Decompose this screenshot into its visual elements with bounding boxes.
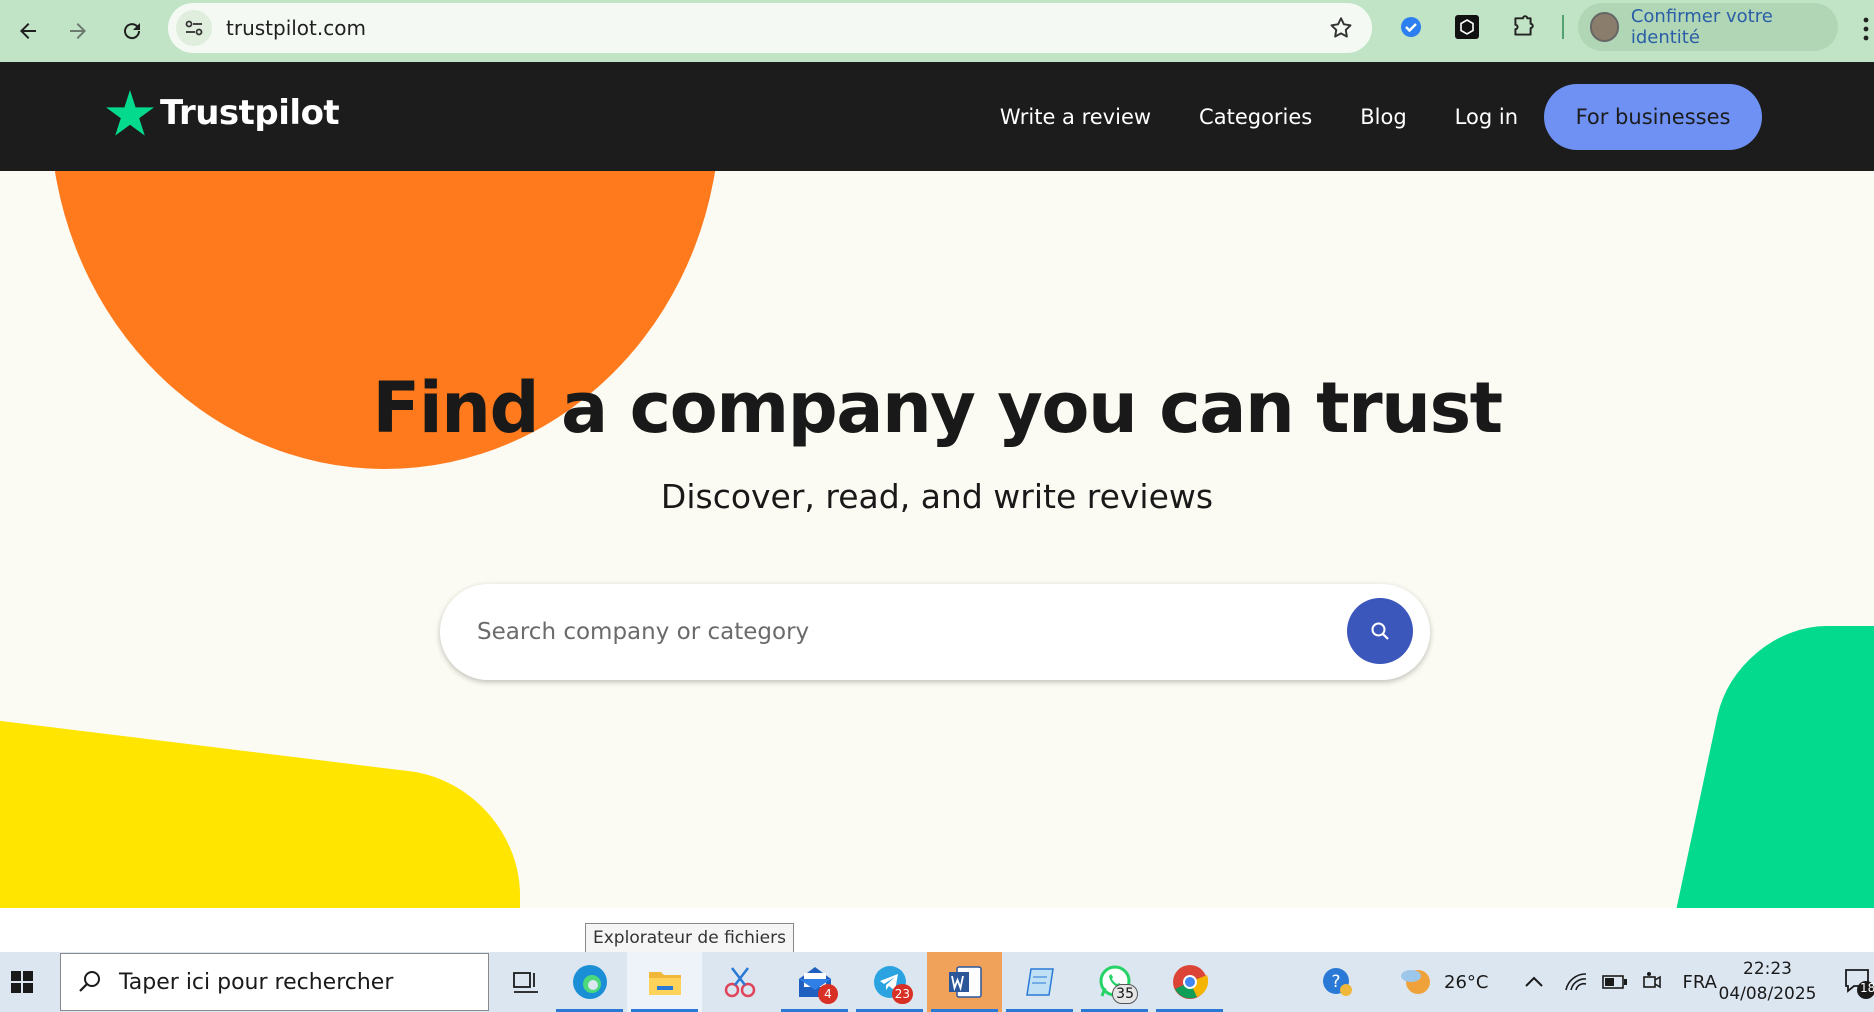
browser-toolbar: trustpilot.com Confirmer votre identité xyxy=(0,0,1874,62)
cube-extension-icon[interactable] xyxy=(1450,10,1484,44)
extensions-area xyxy=(1394,10,1564,44)
verified-extension-icon[interactable] xyxy=(1394,10,1428,44)
trustpilot-logo[interactable]: Trustpilot xyxy=(106,90,340,136)
wifi-icon[interactable] xyxy=(1564,952,1588,1012)
page-bottom-strip xyxy=(0,908,1874,952)
extensions-puzzle-icon[interactable] xyxy=(1506,10,1540,44)
windows-logo-icon xyxy=(11,971,33,993)
site-header: Trustpilot Write a review Categories Blo… xyxy=(0,62,1874,171)
back-button[interactable] xyxy=(8,11,48,51)
notepad-app[interactable] xyxy=(1002,952,1077,1012)
mail-badge: 4 xyxy=(818,984,838,1004)
weather-moon-icon xyxy=(1401,970,1430,994)
task-view-button[interactable] xyxy=(500,952,552,1012)
edge-app[interactable] xyxy=(552,952,627,1012)
chrome-app[interactable] xyxy=(1152,952,1227,1012)
yellow-shape xyxy=(0,716,520,908)
nav-login[interactable]: Log in xyxy=(1455,105,1518,129)
green-shape xyxy=(1660,626,1874,908)
notepad-icon xyxy=(1025,968,1054,996)
taskbar-search[interactable]: Taper ici pour rechercher xyxy=(60,953,489,1011)
telegram-app[interactable]: 23 xyxy=(852,952,927,1012)
more-menu-icon[interactable] xyxy=(1862,16,1870,42)
file-explorer-icon xyxy=(648,972,681,995)
star-logo-icon xyxy=(106,90,154,136)
company-search xyxy=(440,584,1430,680)
reload-icon xyxy=(124,23,141,40)
file-explorer-app[interactable] xyxy=(627,952,702,1012)
show-hidden-icons-chevron-icon[interactable] xyxy=(1524,952,1544,1012)
hero-title: Find a company you can trust xyxy=(372,367,1503,449)
notification-center-button[interactable]: 18 xyxy=(1844,966,1874,1000)
clock-time: 22:23 xyxy=(1743,959,1792,979)
avatar xyxy=(1590,12,1619,42)
address-bar[interactable]: trustpilot.com xyxy=(168,3,1372,53)
reload-button[interactable] xyxy=(112,11,152,51)
toolbar-separator xyxy=(1562,15,1564,39)
arrow-right-icon xyxy=(70,23,86,39)
task-view-icon xyxy=(513,972,538,993)
start-button[interactable] xyxy=(0,952,44,1012)
weather-widget[interactable]: 26°C xyxy=(1398,952,1488,1012)
main-nav: Write a review Categories Blog Log in Fo… xyxy=(1000,62,1874,171)
bookmark-star-icon[interactable] xyxy=(1328,15,1354,41)
system-tray: ? 26°C FRA xyxy=(1310,952,1717,1012)
profile-button[interactable]: Confirmer votre identité xyxy=(1578,3,1838,51)
forward-button[interactable] xyxy=(58,11,98,51)
hero-subtitle: Discover, read, and write reviews xyxy=(660,477,1214,516)
hero-section: Find a company you can trust Discover, r… xyxy=(0,171,1874,908)
site-info-icon[interactable] xyxy=(176,10,212,46)
edge-icon xyxy=(572,965,607,999)
chrome-icon xyxy=(1172,965,1208,999)
telegram-badge: 23 xyxy=(891,984,913,1004)
temperature: 26°C xyxy=(1444,971,1489,993)
taskbar-search-text: Taper ici pour rechercher xyxy=(119,969,394,995)
whatsapp-app[interactable]: 35 xyxy=(1077,952,1152,1012)
svg-text:?: ? xyxy=(1331,972,1340,992)
snipping-icon xyxy=(724,967,755,998)
word-icon xyxy=(948,966,982,998)
url-text[interactable]: trustpilot.com xyxy=(226,16,366,40)
meet-now-icon[interactable] xyxy=(1642,952,1662,1012)
taskbar-tooltip: Explorateur de fichiers xyxy=(585,923,794,953)
word-app[interactable] xyxy=(927,952,1002,1012)
search-input[interactable] xyxy=(477,619,1277,645)
search-icon xyxy=(1371,622,1389,640)
clock-date: 04/08/2025 xyxy=(1718,984,1817,1004)
search-button[interactable] xyxy=(1347,598,1413,664)
taskbar-clock[interactable]: 22:23 04/08/2025 xyxy=(1710,957,1825,1007)
help-icon[interactable]: ? xyxy=(1310,952,1364,1012)
notification-count: 18 xyxy=(1860,981,1874,995)
nav-write-review[interactable]: Write a review xyxy=(1000,105,1151,129)
search-icon xyxy=(79,971,100,992)
snipping-tool-app[interactable] xyxy=(702,952,777,1012)
for-businesses-button[interactable]: For businesses xyxy=(1544,83,1762,150)
arrow-left-icon xyxy=(20,23,36,39)
logo-text: Trustpilot xyxy=(160,93,340,133)
whatsapp-badge: 35 xyxy=(1112,984,1138,1004)
nav-categories[interactable]: Categories xyxy=(1199,105,1312,129)
windows-taskbar: Taper ici pour rechercher 4 23 35 ? 26°C… xyxy=(0,952,1874,1012)
taskbar-apps: 4 23 35 xyxy=(500,952,1227,1012)
mail-app[interactable]: 4 xyxy=(777,952,852,1012)
profile-label: Confirmer votre identité xyxy=(1630,6,1773,48)
battery-icon[interactable] xyxy=(1602,952,1628,1012)
nav-blog[interactable]: Blog xyxy=(1360,105,1406,129)
